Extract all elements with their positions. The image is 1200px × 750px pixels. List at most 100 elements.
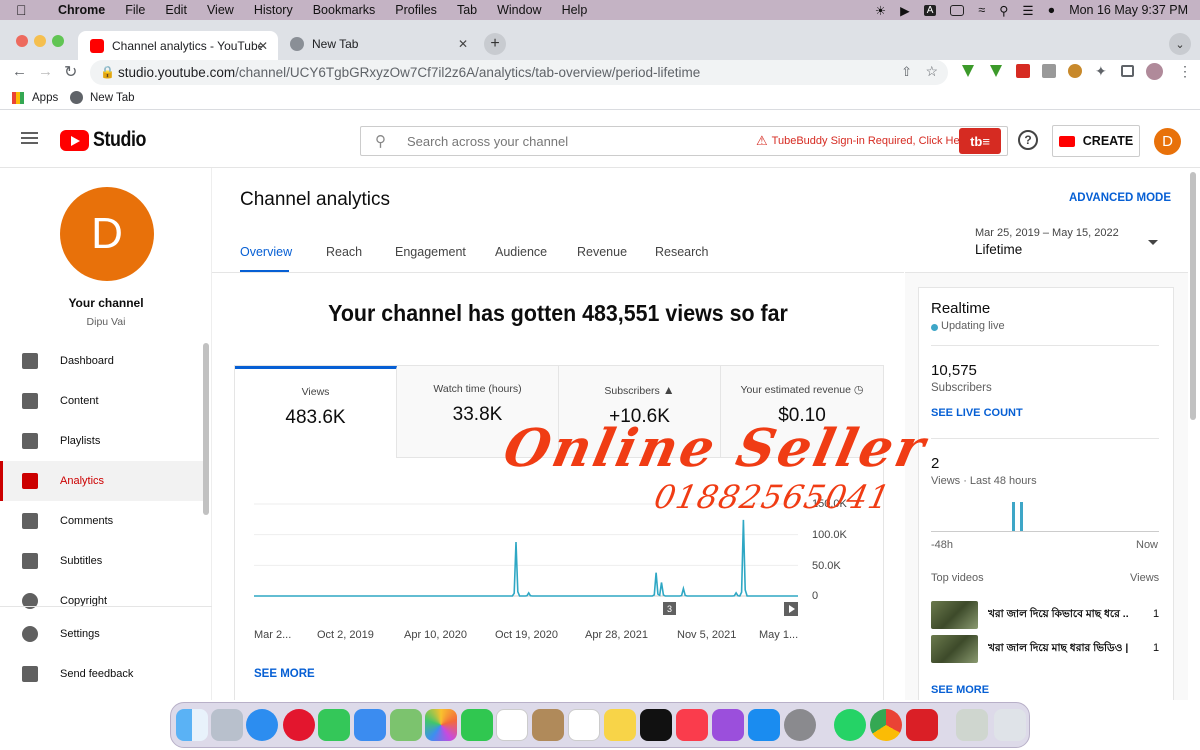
share-icon[interactable]: ⇧ [901, 64, 912, 80]
system-preferences-icon[interactable] [784, 709, 816, 741]
tab-new-tab[interactable]: New Tab ✕ [278, 31, 478, 56]
menu-bookmarks[interactable]: Bookmarks [313, 3, 376, 17]
tubebuddy-signin-warning[interactable]: ⚠ TubeBuddy Sign-in Required, Click Here [756, 133, 969, 149]
sidebar-item-dashboard[interactable]: Dashboard [0, 341, 203, 381]
play-icon[interactable]: ▶ [900, 3, 910, 18]
photos-icon[interactable] [425, 709, 457, 741]
wifi-icon[interactable]: ≈ [978, 3, 985, 17]
tab-audience[interactable]: Audience [495, 245, 547, 259]
period-selector[interactable]: Lifetime [975, 242, 1022, 257]
app-store-icon[interactable] [748, 709, 780, 741]
contacts-icon[interactable] [532, 709, 564, 741]
tab-reach[interactable]: Reach [326, 245, 362, 259]
realtime-see-more-link[interactable]: SEE MORE [931, 684, 989, 696]
siri-icon[interactable]: ● [1048, 3, 1056, 17]
creative-cloud-icon[interactable] [906, 709, 938, 741]
battery-icon[interactable] [950, 4, 965, 16]
sidebar-scrollbar[interactable] [203, 343, 209, 515]
menu-view[interactable]: View [207, 3, 234, 17]
tubebuddy-extension-icon[interactable] [1016, 64, 1030, 78]
menu-profiles[interactable]: Profiles [395, 3, 437, 17]
whatsapp-icon[interactable] [834, 709, 866, 741]
reading-list-icon[interactable] [1121, 65, 1134, 77]
lock-icon[interactable]: 🔒 [100, 65, 115, 79]
create-button[interactable]: CREATE [1052, 125, 1140, 157]
address-bar[interactable]: 🔒 studio.youtube.com/channel/UCY6TgbGRxy… [90, 60, 948, 85]
tab-channel-analytics[interactable]: Channel analytics - YouTube St ✕ [78, 31, 278, 60]
downloads-stack-icon[interactable] [956, 709, 988, 741]
menu-history[interactable]: History [254, 3, 293, 17]
bookmark-star-icon[interactable]: ☆ [925, 63, 938, 80]
sidebar-item-settings[interactable]: Settings [0, 614, 203, 654]
safari-icon[interactable] [246, 709, 278, 741]
video-thumbnail[interactable] [931, 635, 978, 663]
podcasts-icon[interactable] [712, 709, 744, 741]
calendar-icon[interactable] [496, 709, 528, 741]
menu-app-name[interactable]: Chrome [58, 3, 105, 17]
facetime-icon[interactable] [461, 709, 493, 741]
see-live-count-link[interactable]: SEE LIVE COUNT [931, 407, 1023, 419]
close-window-button[interactable] [16, 35, 28, 47]
control-center-icon[interactable]: ☰ [1022, 3, 1033, 18]
creative-cloud-icon[interactable]: ☀ [875, 3, 886, 18]
sidebar-item-comments[interactable]: Comments [0, 501, 203, 541]
top-video-title[interactable]: খরা জাল দিয়ে মাছ ধরার ভিডিও |... [988, 641, 1128, 658]
studio-logo-text[interactable]: Studio [93, 128, 146, 152]
sidebar-item-playlists[interactable]: Playlists [0, 421, 203, 461]
messages-icon[interactable] [318, 709, 350, 741]
advanced-mode-link[interactable]: ADVANCED MODE [1069, 192, 1171, 204]
music-icon[interactable] [676, 709, 708, 741]
cookie-extension-icon[interactable] [1068, 64, 1082, 78]
menu-tab[interactable]: Tab [457, 3, 477, 17]
channel-avatar[interactable]: D [60, 187, 154, 281]
new-tab-plus-icon[interactable]: + [484, 33, 506, 55]
opera-icon[interactable] [283, 709, 315, 741]
extension-icon[interactable] [1042, 64, 1056, 78]
tab-engagement[interactable]: Engagement [395, 245, 466, 259]
tab-search-chevron-icon[interactable]: ⌄ [1169, 33, 1191, 55]
tab-research[interactable]: Research [655, 245, 709, 259]
bookmark-new-tab[interactable]: New Tab [90, 92, 135, 104]
extensions-puzzle-icon[interactable]: ✦ [1095, 63, 1107, 80]
forward-arrow-icon[interactable]: → [38, 63, 53, 80]
date-range[interactable]: Mar 25, 2019 – May 15, 2022 [975, 227, 1119, 239]
mail-icon[interactable] [354, 709, 386, 741]
menu-window[interactable]: Window [497, 3, 541, 17]
youtube-logo-icon[interactable] [60, 130, 89, 151]
metric-tab-views[interactable]: Views 483.6K [235, 366, 397, 458]
video-thumbnail[interactable] [931, 601, 978, 629]
menubar-clock[interactable]: Mon 16 May 9:37 PM [1069, 3, 1188, 17]
minimize-window-button[interactable] [34, 35, 46, 47]
trash-icon[interactable] [994, 709, 1026, 741]
spotlight-icon[interactable]: ⚲ [999, 3, 1008, 18]
your-channel-label[interactable]: Your channel [0, 296, 212, 310]
sidebar-item-analytics[interactable]: Analytics [0, 461, 203, 501]
top-video-title[interactable]: খরা জাল দিয়ে কিভাবে মাছ ধরে ... [988, 607, 1128, 624]
account-avatar[interactable]: D [1154, 128, 1181, 155]
tab-overview[interactable]: Overview [240, 245, 292, 259]
reload-icon[interactable]: ↻ [64, 62, 77, 82]
menu-help[interactable]: Help [562, 3, 588, 17]
back-arrow-icon[interactable]: ← [12, 63, 27, 80]
maps-icon[interactable] [390, 709, 422, 741]
tab-revenue[interactable]: Revenue [577, 245, 627, 259]
notes-icon[interactable] [604, 709, 636, 741]
hamburger-menu-icon[interactable] [21, 132, 38, 134]
apple-icon[interactable]:  [16, 2, 30, 18]
chart-annotation-badge[interactable]: 3 [663, 602, 676, 615]
profile-avatar-icon[interactable] [1146, 63, 1163, 80]
sidebar-item-subtitles[interactable]: Subtitles [0, 541, 203, 581]
page-scrollbar-thumb[interactable] [1190, 172, 1196, 420]
chrome-menu-icon[interactable]: ⋮ [1178, 63, 1192, 80]
video-publish-marker-icon[interactable] [784, 602, 798, 616]
close-tab-icon[interactable]: ✕ [458, 37, 468, 51]
launchpad-icon[interactable] [211, 709, 243, 741]
bookmark-apps[interactable]: Apps [32, 92, 58, 104]
dropdown-caret-icon[interactable] [1148, 240, 1158, 245]
reminders-icon[interactable] [568, 709, 600, 741]
menu-edit[interactable]: Edit [165, 3, 187, 17]
tubebuddy-menu-icon[interactable]: tb≡ [959, 128, 1001, 154]
help-icon[interactable]: ? [1018, 130, 1038, 150]
finder-icon[interactable] [176, 709, 208, 741]
menu-file[interactable]: File [125, 3, 145, 17]
